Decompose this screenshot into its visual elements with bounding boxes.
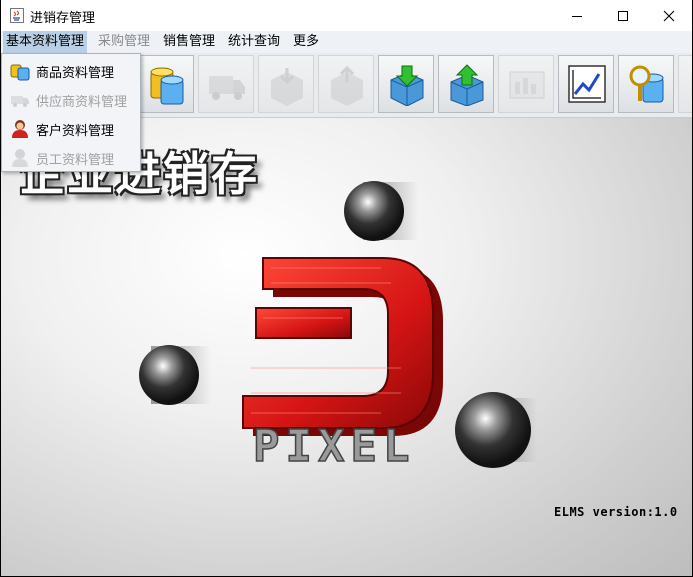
toolbar-button-search[interactable] xyxy=(618,55,674,113)
menu-statistics[interactable]: 统计查询 xyxy=(225,31,283,53)
toolbar-button-more[interactable] xyxy=(678,55,692,113)
toolbar-button-box-out[interactable] xyxy=(318,55,374,113)
toolbar-button-supplier[interactable] xyxy=(198,55,254,113)
menu-basic-data[interactable]: 基本资料管理 xyxy=(3,31,88,53)
menu-bar: 基本资料管理 采购管理 销售管理 统计查询 更多 xyxy=(1,31,692,53)
toolbar-button-report[interactable] xyxy=(498,55,554,113)
java-app-icon xyxy=(10,8,24,23)
menu-more[interactable]: 更多 xyxy=(290,31,322,53)
minimize-icon xyxy=(572,15,582,17)
database-cylinder-icon xyxy=(150,67,184,105)
box-in-icon xyxy=(271,68,303,106)
toolbar-button-stock-out[interactable] xyxy=(438,55,494,113)
menu-item-goods-label: 商品资料管理 xyxy=(36,66,115,81)
toolbar-button-box-in[interactable] xyxy=(258,55,314,113)
close-icon xyxy=(663,10,675,21)
toolbar-button-stock-in[interactable] xyxy=(378,55,434,113)
toolbar-button-chart[interactable] xyxy=(558,55,614,113)
menu-sales[interactable]: 销售管理 xyxy=(160,31,218,53)
chrome-ball-right xyxy=(455,392,537,468)
3d-logo xyxy=(242,257,443,436)
menu-item-customer-label: 客户资料管理 xyxy=(36,124,115,139)
supplier-truck-icon xyxy=(11,96,29,107)
window-title: 进销存管理 xyxy=(30,11,96,26)
menu-item-employee-label: 员工资料管理 xyxy=(36,153,115,168)
truck-icon xyxy=(209,76,245,100)
report-bars-icon xyxy=(509,71,545,99)
title-bar[interactable]: 进销存管理 xyxy=(1,0,692,31)
stock-in-arrow-icon xyxy=(390,65,424,106)
menu-purchase[interactable]: 采购管理 xyxy=(95,31,153,53)
more-icon xyxy=(691,74,692,98)
toolbar-button-goods[interactable] xyxy=(138,55,194,113)
chrome-ball-top xyxy=(344,181,418,241)
minimize-button[interactable] xyxy=(554,0,600,31)
employee-person-icon xyxy=(12,149,28,167)
box-out-icon xyxy=(331,65,363,106)
search-magnifier-icon xyxy=(629,65,664,103)
logo-pixel-text: PIXEL xyxy=(253,421,415,472)
customer-person-icon xyxy=(12,120,28,138)
line-chart-icon xyxy=(568,65,606,103)
app-window: 进销存管理 基本资料管理 采购管理 销售管理 统计查询 更多 PIXEL 企业进… xyxy=(1,0,692,576)
maximize-icon xyxy=(618,10,628,21)
basic-data-dropdown: 商品资料管理 供应商资料管理 客户资料管理 员工资料管理 xyxy=(1,53,141,172)
menu-item-customer[interactable]: 客户资料管理 xyxy=(2,114,140,143)
maximize-button[interactable] xyxy=(600,0,646,31)
menu-item-supplier-label: 供应商资料管理 xyxy=(36,95,128,110)
chrome-ball-left xyxy=(139,345,211,405)
menu-item-goods[interactable]: 商品资料管理 xyxy=(2,56,140,85)
version-label: ELMS version:1.0 xyxy=(554,505,678,519)
goods-db-icon xyxy=(10,64,30,81)
splash-area: PIXEL 企业进销存 ELMS version:1.0 xyxy=(1,118,692,576)
menu-item-employee[interactable]: 员工资料管理 xyxy=(2,143,140,172)
close-button[interactable] xyxy=(646,0,692,31)
menu-item-supplier[interactable]: 供应商资料管理 xyxy=(2,85,140,114)
stock-out-arrow-icon xyxy=(450,64,484,106)
